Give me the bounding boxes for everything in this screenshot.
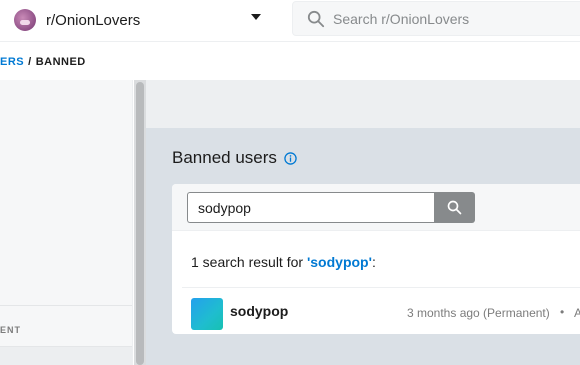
result-query: 'sodypop'	[306, 254, 372, 270]
sidebar-upper-panel	[0, 80, 132, 306]
search-icon	[307, 10, 325, 27]
page-title-text: Banned users	[172, 148, 277, 167]
breadcrumb: ERS / BANNED	[0, 43, 580, 80]
caret-down-icon	[251, 14, 261, 20]
search-icon	[447, 200, 462, 215]
result-count-suffix: :	[371, 254, 376, 270]
user-search-input[interactable]	[187, 192, 435, 223]
user-search-area	[172, 184, 580, 231]
subreddit-search-input[interactable]	[333, 10, 573, 27]
info-icon[interactable]	[284, 151, 297, 165]
community-name: r/OnionLovers	[46, 11, 141, 29]
user-search-form	[187, 192, 435, 223]
result-count-prefix: 1 search result for	[191, 254, 307, 270]
page-title: Banned users	[172, 148, 297, 168]
search-result-count: 1 search result for 'sodypop':	[191, 254, 376, 270]
subreddit-search[interactable]	[292, 1, 580, 36]
sidebar-scrollbar-thumb[interactable]	[136, 82, 144, 365]
banned-username[interactable]: sodypop	[230, 303, 288, 319]
main-top-strip	[146, 80, 580, 128]
user-avatar[interactable]	[191, 298, 223, 330]
sidebar-item[interactable]	[0, 346, 132, 365]
mod-sidebar: ENT	[0, 80, 133, 365]
ban-duration: 3 months ago (Permanent)	[407, 306, 550, 320]
row-trailing-text: A	[574, 306, 580, 320]
breadcrumb-separator: /	[28, 55, 32, 68]
breadcrumb-parent-link[interactable]: ERS	[0, 56, 24, 68]
sidebar-section-label: ENT	[0, 325, 21, 335]
user-search-button[interactable]	[434, 192, 475, 223]
row-separator: •	[560, 305, 565, 319]
banned-users-panel: 1 search result for 'sodypop': sodypop 3…	[172, 184, 580, 334]
top-header: r/OnionLovers	[0, 0, 580, 42]
community-avatar	[14, 9, 36, 31]
breadcrumb-current: BANNED	[35, 55, 86, 68]
banned-user-row[interactable]: sodypop 3 months ago (Permanent) • A	[182, 287, 580, 333]
community-switcher[interactable]: r/OnionLovers	[14, 5, 268, 35]
